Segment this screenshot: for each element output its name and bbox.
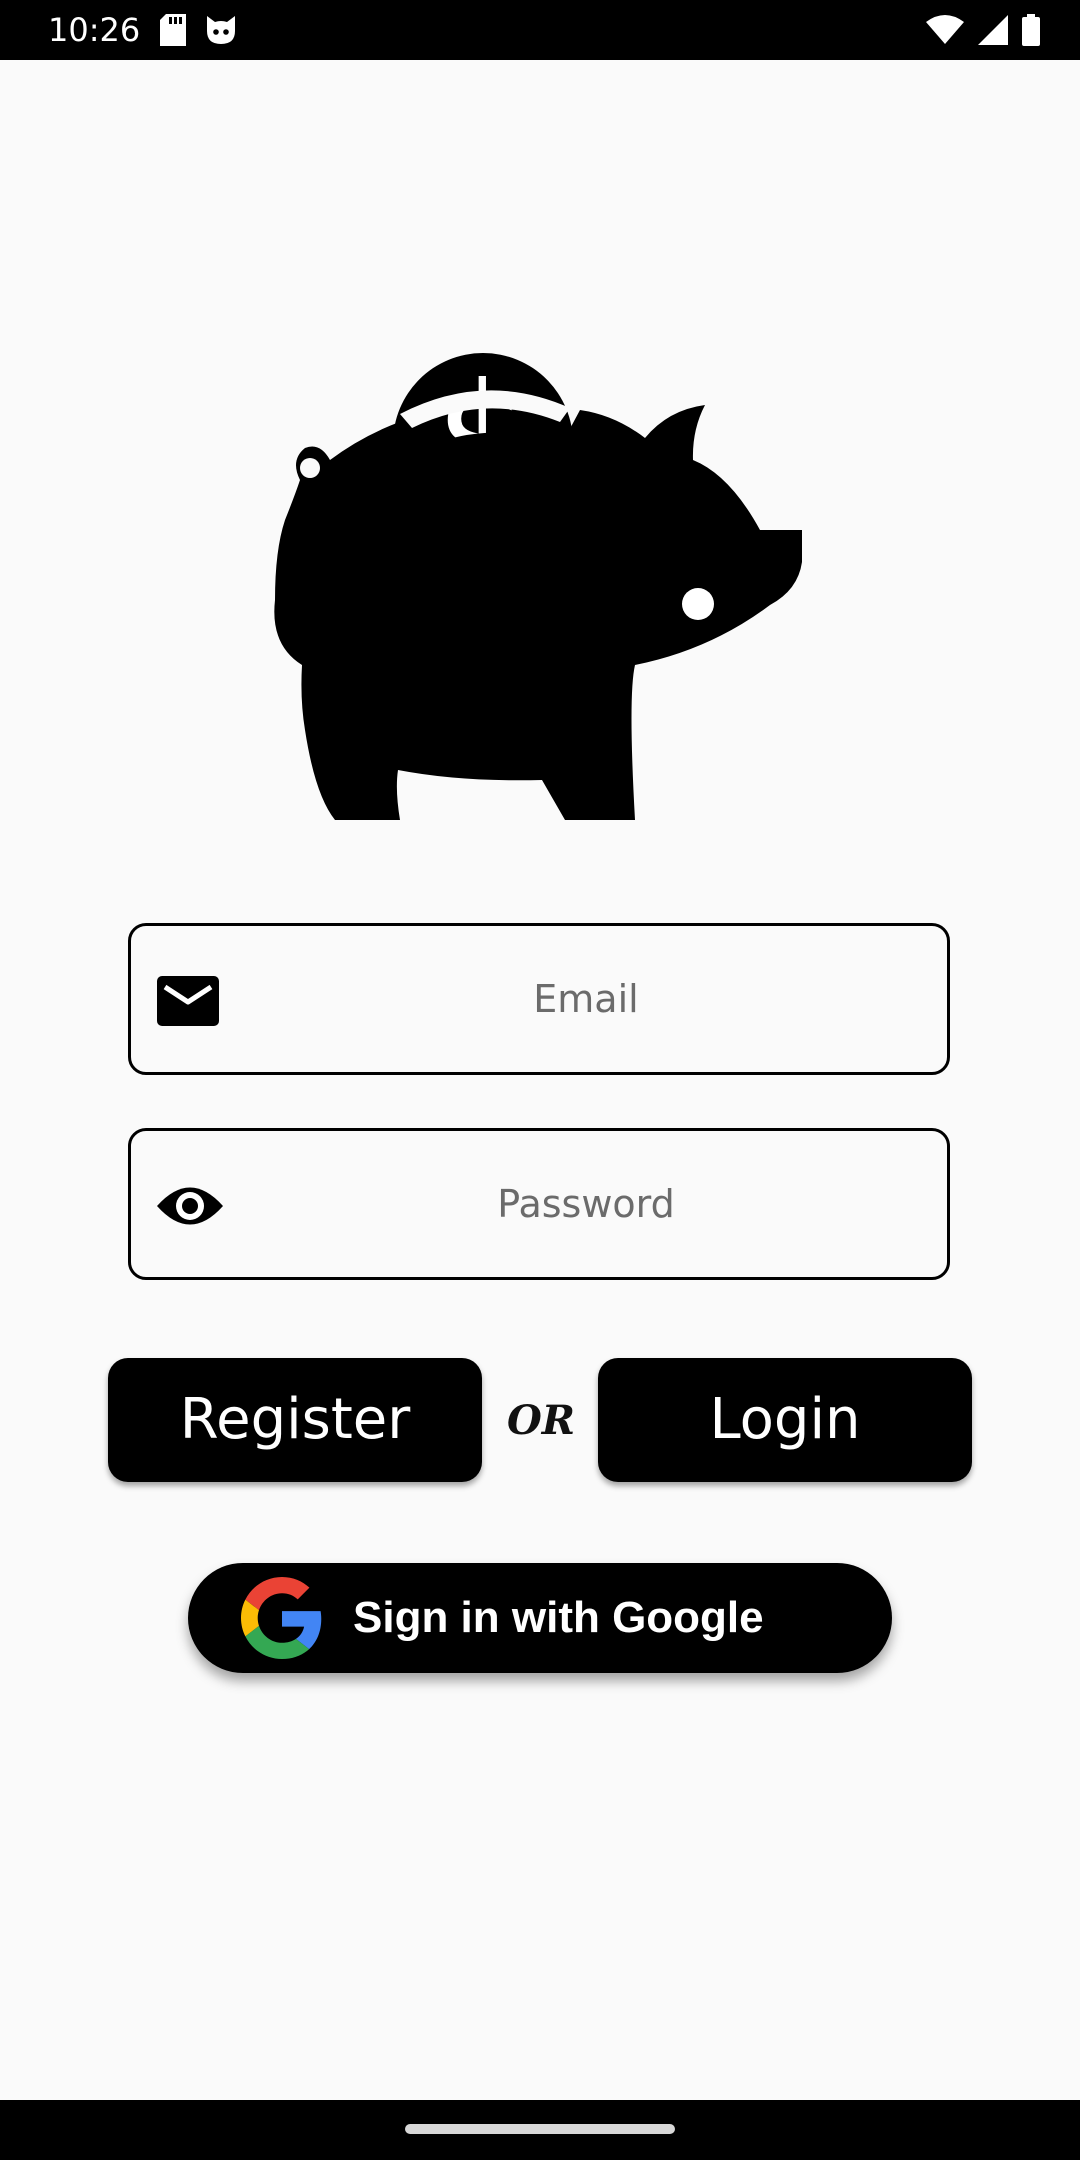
status-bar: 10:26 [0,0,1080,60]
envelope-icon [155,970,221,1032]
register-button[interactable]: Register [108,1358,482,1482]
status-left-icons [160,12,238,48]
google-sign-in-label: Sign in with Google [353,1593,764,1642]
home-handle[interactable] [405,2124,675,2134]
status-time: 10:26 [48,11,141,49]
battery-icon [1022,14,1040,46]
eye-icon[interactable] [155,1175,223,1237]
piggy-bank-dollar-icon: $ [270,350,810,820]
wifi-icon [926,15,964,45]
email-field[interactable] [128,923,950,1075]
sd-card-icon [160,14,186,46]
or-label: OR [506,1397,576,1444]
cat-face-icon [204,14,238,46]
google-sign-in-button[interactable]: Sign in with Google [188,1563,892,1673]
cell-signal-icon [978,15,1008,45]
status-right-icons [926,12,1040,48]
login-screen: 10:26 Email Register OR Login Sign in wi… [0,0,1080,2160]
email-input[interactable] [241,926,931,1072]
password-input[interactable] [241,1131,931,1277]
google-g-icon [241,1577,323,1659]
login-button[interactable]: Login [598,1358,972,1482]
password-field[interactable] [128,1128,950,1280]
